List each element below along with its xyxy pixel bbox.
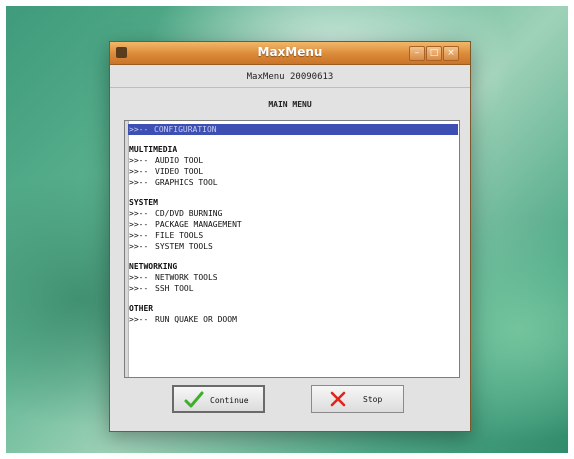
menu-item-arrow: >>-- [129, 178, 149, 187]
menu-item[interactable]: >>-- VIDEO TOOL [129, 166, 203, 177]
menu-item-label: RUN QUAKE OR DOOM [155, 315, 237, 324]
title-bar[interactable]: MaxMenu – □ × [110, 42, 470, 65]
menu-item-arrow: >>-- [129, 315, 149, 324]
menu-category-header: MULTIMEDIA [129, 145, 178, 154]
menu-category-header: SYSTEM [129, 198, 158, 207]
menu-item-arrow: >>-- [129, 220, 149, 229]
menu-heading: MAIN MENU [268, 100, 312, 109]
menu-item-label: CONFIGURATION [154, 125, 217, 134]
menu-list[interactable]: >>-- CONFIGURATION MULTIMEDIA >>-- AUDIO TOO… [124, 120, 460, 378]
menu-category-header: OTHER [129, 304, 154, 313]
menu-item[interactable]: >>-- NETWORK TOOLS [129, 272, 218, 283]
menu-item[interactable]: >>-- CD/DVD BURNING [129, 208, 222, 219]
menu-item[interactable]: >>-- FILE TOOLS [129, 230, 203, 241]
menu-category-header: NETWORKING [129, 262, 178, 271]
menu-item-label: SYSTEM TOOLS [155, 242, 213, 251]
menu-item-label: FILE TOOLS [155, 231, 204, 240]
menu-item[interactable]: >>-- SSH TOOL [129, 283, 194, 294]
menu-item-arrow: >>-- [129, 242, 149, 251]
check-icon [184, 391, 204, 408]
minimize-button[interactable]: – [409, 46, 425, 61]
continue-button[interactable]: Continue [172, 385, 265, 413]
menu-item-arrow: >>-- [129, 209, 149, 218]
menu-item-label: VIDEO TOOL [155, 167, 204, 176]
menu-item[interactable]: >>-- GRAPHICS TOOL [129, 177, 218, 188]
menu-item-arrow: >>-- [129, 231, 149, 240]
menu-item-arrow: >>-- [129, 273, 149, 282]
menu-item[interactable]: >>-- SYSTEM TOOLS [129, 241, 213, 252]
menu-item-label: NETWORK TOOLS [155, 273, 218, 282]
menu-item-arrow: >>-- [129, 167, 149, 176]
version-label: MaxMenu 20090613 [110, 67, 470, 88]
maximize-button[interactable]: □ [426, 46, 442, 61]
menu-item-arrow: >>-- [129, 284, 149, 293]
menu-item-arrow: >>-- [129, 156, 149, 165]
menu-item-arrow: >>-- [129, 125, 149, 134]
menu-item-label: CD/DVD BURNING [155, 209, 223, 218]
menu-item[interactable]: >>-- RUN QUAKE OR DOOM [129, 314, 237, 325]
stop-label: Stop [363, 395, 383, 404]
menu-item-label: AUDIO TOOL [155, 156, 204, 165]
x-icon [330, 391, 346, 407]
stop-button[interactable]: Stop [311, 385, 404, 413]
menu-item-label: PACKAGE MANAGEMENT [155, 220, 242, 229]
continue-label: Continue [210, 396, 249, 405]
close-button[interactable]: × [443, 46, 459, 61]
menu-item[interactable]: >>-- PACKAGE MANAGEMENT [129, 219, 242, 230]
menu-item[interactable]: >>-- CONFIGURATION [128, 124, 458, 135]
menu-item-label: GRAPHICS TOOL [155, 178, 218, 187]
menu-item[interactable]: >>-- AUDIO TOOL [129, 155, 203, 166]
maxmenu-window: MaxMenu – □ × MaxMenu 20090613 MAIN MENU… [109, 41, 471, 432]
menu-item-label: SSH TOOL [155, 284, 194, 293]
